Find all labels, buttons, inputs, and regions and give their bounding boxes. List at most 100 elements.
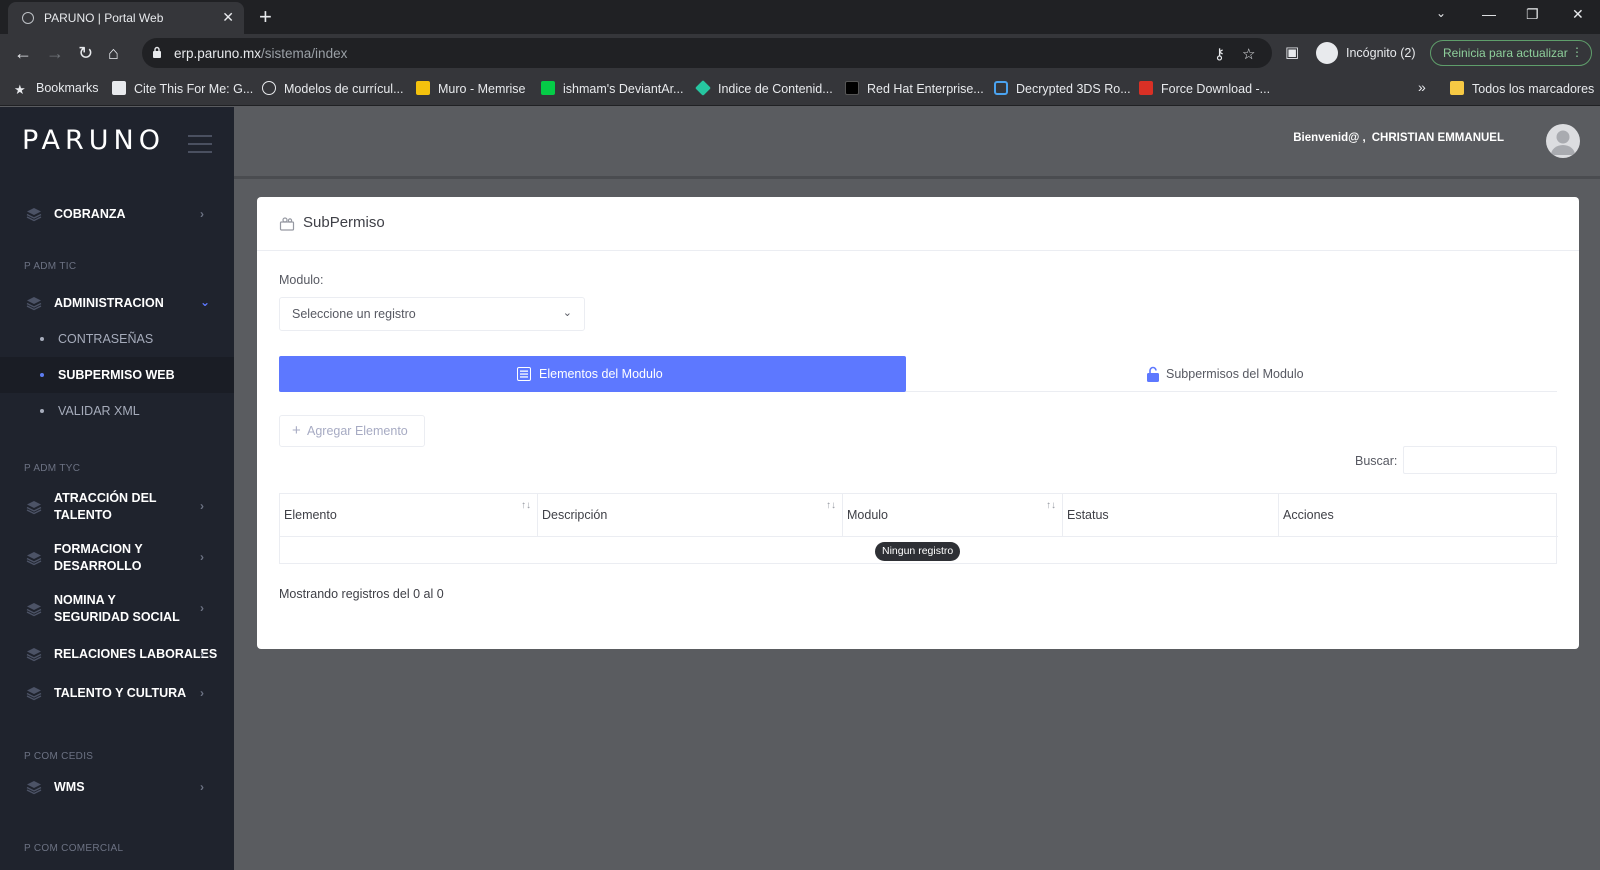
bookmark-item[interactable]: Muro - Memrise — [416, 81, 526, 96]
subpermiso-card: SubPermiso Modulo: Seleccione un registr… — [257, 197, 1579, 649]
app-logo: PARUNO — [22, 125, 165, 156]
browser-toolbar: ← → ↻ ⌂ erp.paruno.mx/sistema/index ⚷ ☆ … — [0, 34, 1600, 72]
plus-icon: + — [292, 422, 301, 439]
sidebar-item-relaciones-laborales[interactable]: RELACIONES LABORALES › — [0, 645, 234, 665]
bookmark-item[interactable]: Force Download -... — [1139, 81, 1270, 96]
browser-tab[interactable]: PARUNO | Portal Web ✕ — [8, 2, 244, 34]
sidebar-item-atraccion-talento[interactable]: ATRACCIÓN DEL TALENTO › — [0, 489, 234, 525]
tab-elementos-modulo[interactable]: Elementos del Modulo — [279, 356, 906, 392]
incognito-icon — [1316, 42, 1338, 64]
column-header-descripcion[interactable]: Descripción ↑↓ — [538, 494, 843, 536]
add-element-label: Agregar Elemento — [307, 424, 408, 438]
bullet-icon — [40, 409, 44, 413]
bookmark-item[interactable]: ishmam's DeviantAr... — [541, 81, 683, 96]
sidebar-item-wms[interactable]: WMS › — [0, 778, 234, 798]
sidebar-item-label: ADMINISTRACION — [54, 296, 164, 310]
bullet-icon — [40, 373, 44, 377]
column-header-label: Elemento — [284, 508, 337, 522]
new-tab-icon[interactable]: + — [259, 4, 272, 30]
modulo-label: Modulo: — [279, 273, 324, 287]
browser-tabbar: PARUNO | Portal Web ✕ + ⌄ — ❐ ✕ — [0, 0, 1600, 34]
back-icon[interactable]: ← — [14, 43, 32, 63]
sidebar-item-talento-cultura[interactable]: TALENTO Y CULTURA › — [0, 684, 234, 704]
sidebar-subitem-contrasenas[interactable]: CONTRASEÑAS — [0, 321, 234, 357]
card-header: SubPermiso — [257, 197, 1579, 251]
fd-icon — [1139, 81, 1153, 95]
elements-table: Elemento ↑↓ Descripción ↑↓ Modulo ↑↓ Est… — [279, 493, 1558, 564]
close-window-icon[interactable]: ✕ — [1572, 6, 1584, 23]
sidebar-item-label: TALENTO Y CULTURA — [54, 686, 187, 700]
layers-icon — [26, 603, 42, 617]
tab-favicon-icon — [22, 12, 34, 24]
bookmark-item[interactable]: Red Hat Enterprise... — [845, 81, 984, 96]
reload-icon[interactable]: ↻ — [78, 43, 93, 63]
unlock-icon — [1147, 366, 1159, 382]
layers-icon — [26, 208, 42, 222]
sort-icon: ↑↓ — [826, 500, 836, 511]
document-icon — [112, 81, 126, 95]
sidebar-item-administracion[interactable]: ADMINISTRACION ⌄ — [0, 294, 234, 314]
search-input[interactable] — [1403, 446, 1557, 474]
user-avatar-icon — [1551, 130, 1575, 155]
tab-subpermisos-modulo[interactable]: Subpermisos del Modulo — [906, 356, 1557, 392]
bookmark-star-icon[interactable]: ☆ — [1242, 45, 1255, 63]
page-title: SubPermiso — [303, 214, 385, 231]
sidebar-subitem-label: SUBPERMISO WEB — [58, 368, 175, 382]
sidebar: PARUNO COBRANZA › P ADM TIC ADMINISTRACI… — [0, 107, 234, 870]
more-bookmarks-icon[interactable]: » — [1418, 79, 1426, 95]
column-header-label: Acciones — [1283, 508, 1334, 522]
hamburger-menu-icon[interactable] — [188, 135, 212, 159]
bookmark-folder[interactable]: Todos los marcadores — [1450, 81, 1594, 96]
key-icon[interactable]: ⚷ — [1214, 45, 1225, 63]
app-topbar: Bienvenid@ , CHRISTIAN EMMANUEL — [234, 107, 1600, 179]
bookmark-item[interactable]: Cite This For Me: G... — [112, 81, 253, 96]
redhat-icon — [845, 81, 859, 95]
add-element-button[interactable]: + Agregar Elemento — [279, 415, 425, 447]
table-row-empty: Ningun registro — [280, 536, 1558, 564]
sidebar-item-nomina-seguridad[interactable]: NOMINA Y SEGURIDAD SOCIAL › — [0, 591, 234, 627]
side-panel-icon[interactable]: ▣ — [1285, 43, 1299, 63]
modulo-select[interactable]: Seleccione un registro ⌄ — [279, 297, 585, 331]
sidebar-item-formacion-desarrollo[interactable]: FORMACION Y DESARROLLO › — [0, 540, 234, 576]
bookmark-item[interactable]: Indice de Contenid... — [695, 80, 833, 96]
module-tabs: Elementos del Modulo Subpermisos del Mod… — [279, 356, 1557, 392]
sidebar-item-cobranza[interactable]: COBRANZA › — [0, 205, 234, 225]
sort-icon: ↑↓ — [1046, 500, 1056, 511]
hexagon-icon — [994, 81, 1008, 95]
diamond-icon — [695, 80, 711, 96]
column-header-elemento[interactable]: Elemento ↑↓ — [280, 494, 538, 536]
update-button[interactable]: Reinicia para actualizar ⋮ — [1430, 40, 1592, 66]
tab-search-icon[interactable]: ⌄ — [1436, 6, 1446, 20]
minimize-icon[interactable]: — — [1482, 6, 1496, 22]
address-bar[interactable]: erp.paruno.mx/sistema/index ⚷ ☆ — [142, 38, 1272, 68]
sidebar-item-label: RELACIONES LABORALES — [54, 647, 218, 661]
chevron-right-icon: › — [200, 207, 204, 221]
chevron-right-icon: › — [200, 499, 204, 513]
sidebar-section-header: P ADM TIC — [24, 261, 77, 272]
layers-icon — [26, 501, 42, 515]
column-header-modulo[interactable]: Modulo ↑↓ — [843, 494, 1063, 536]
bookmark-item[interactable]: Modelos de currícul... — [262, 81, 404, 96]
bullet-icon — [40, 337, 44, 341]
restore-icon[interactable]: ❐ — [1526, 6, 1539, 23]
home-icon[interactable]: ⌂ — [108, 43, 119, 63]
bookmark-item[interactable]: ★ Bookmarks — [14, 81, 99, 97]
sidebar-subitem-label: VALIDAR XML — [58, 404, 140, 418]
sidebar-item-label: WMS — [54, 780, 85, 794]
chevron-right-icon: › — [200, 550, 204, 564]
sidebar-section-header: P COM COMERCIAL — [24, 843, 124, 854]
sidebar-subitem-validar-xml[interactable]: VALIDAR XML — [0, 393, 234, 429]
sidebar-item-label: COBRANZA — [54, 207, 126, 221]
menu-dots-icon: ⋮ — [1571, 45, 1583, 59]
layers-icon — [26, 648, 42, 662]
lock-icon — [153, 46, 161, 58]
close-tab-icon[interactable]: ✕ — [222, 9, 234, 26]
avatar[interactable] — [1546, 124, 1580, 158]
sort-icon: ↑↓ — [521, 500, 531, 511]
bookmark-item[interactable]: Decrypted 3DS Ro... — [994, 81, 1131, 96]
column-header-label: Modulo — [847, 508, 888, 522]
chevron-down-icon: ⌄ — [562, 307, 572, 319]
tab-label: Elementos del Modulo — [539, 367, 663, 381]
sidebar-subitem-subpermiso-web[interactable]: SUBPERMISO WEB — [0, 357, 234, 393]
forward-icon[interactable]: → — [46, 43, 64, 63]
